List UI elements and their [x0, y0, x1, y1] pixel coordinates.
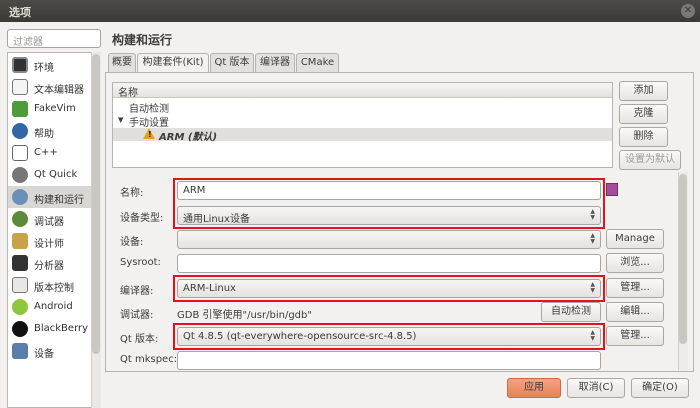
sidebar-item-label: 版本控制 — [34, 283, 74, 294]
tab-compilers[interactable]: 编译器 — [255, 53, 295, 72]
sidebar-item-label: 构建和运行 — [34, 195, 84, 206]
tab-cmake[interactable]: CMake — [296, 53, 339, 72]
apply-button[interactable]: 应用 — [507, 378, 561, 398]
tree-item-label: 自动检测 — [129, 104, 169, 115]
fakevim-icon — [12, 101, 28, 117]
cpp-braces-icon — [12, 145, 28, 161]
sidebar-item-label: 设计师 — [34, 239, 64, 250]
add-button[interactable]: 添加 — [619, 81, 668, 101]
edit-debugger-button[interactable]: 编辑... — [606, 302, 664, 322]
tree-item-arm-kit[interactable]: ! ARM (默认) — [113, 128, 612, 143]
tree-item-auto-detect[interactable]: 自动检测 — [113, 100, 612, 115]
sidebar-item-designer[interactable]: 设计师 — [8, 230, 92, 252]
tree-item-label: 手动设置 — [129, 118, 169, 129]
highlight-box-name-device-type — [173, 178, 605, 229]
sidebar-item-build-run[interactable]: 构建和运行 — [8, 186, 92, 208]
sidebar-item-label: FakeVim — [34, 103, 76, 114]
sysroot-field[interactable] — [177, 254, 601, 273]
build-run-icon — [12, 189, 28, 205]
expand-arrow-icon[interactable]: ▼ — [118, 116, 123, 124]
filter-placeholder: 过滤器 — [13, 37, 43, 48]
tab-overview[interactable]: 概要 — [108, 53, 136, 72]
sidebar-item-label: 文本编辑器 — [34, 85, 84, 96]
warning-mark: ! — [148, 130, 152, 139]
blackberry-icon — [12, 321, 28, 337]
debugger-auto-detect-button[interactable]: 自动检测 — [541, 302, 601, 322]
sidebar-scrollbar-thumb[interactable] — [92, 54, 100, 354]
delete-button[interactable]: 删除 — [619, 127, 668, 147]
manage-device-button[interactable]: Manage — [606, 229, 664, 249]
sidebar-item-environment[interactable]: 环境 — [8, 54, 92, 76]
ok-button[interactable]: 确定(O) — [631, 378, 689, 398]
tab-qt-versions[interactable]: Qt 版本 — [210, 53, 254, 72]
version-control-icon — [12, 277, 28, 293]
sidebar-item-text-editor[interactable]: 文本编辑器 — [8, 76, 92, 98]
sidebar-item-devices[interactable]: 设备 — [8, 340, 92, 362]
page-title: 构建和运行 — [112, 33, 173, 47]
tab-kits[interactable]: 构建套件(Kit) — [137, 53, 209, 73]
debugger-icon — [12, 211, 28, 227]
monitor-icon — [12, 57, 28, 73]
devices-icon — [12, 343, 28, 359]
cancel-button[interactable]: 取消(C) — [567, 378, 625, 398]
icon-chooser-icon[interactable] — [606, 183, 618, 196]
highlight-box-qt-version — [173, 323, 605, 350]
filter-input[interactable]: 过滤器 — [7, 29, 101, 48]
form-scrollbar-thumb[interactable] — [679, 174, 687, 344]
sidebar-item-fakevim[interactable]: FakeVim — [8, 98, 92, 120]
column-header-name: 名称 — [118, 88, 138, 99]
qt-version-label: Qt 版本: — [120, 334, 159, 345]
kits-tree[interactable]: 名称 自动检测 ▼ 手动设置 ! ARM (默认) — [112, 82, 613, 168]
sidebar-item-android[interactable]: Android — [8, 296, 92, 318]
sidebar-item-label: 环境 — [34, 63, 54, 74]
text-editor-icon — [12, 79, 28, 95]
manage-compiler-button[interactable]: 管理... — [606, 278, 664, 298]
sidebar-item-label: Android — [34, 301, 73, 312]
sidebar-item-label: 设备 — [34, 349, 54, 360]
highlight-box-compiler — [173, 275, 605, 302]
sidebar-item-version-control[interactable]: 版本控制 — [8, 274, 92, 296]
sidebar-item-debugger[interactable]: 调试器 — [8, 208, 92, 230]
sidebar-item-cpp[interactable]: C++ — [8, 142, 92, 164]
set-default-button[interactable]: 设置为默认 — [619, 150, 681, 170]
device-combobox[interactable]: ▲ ▼ — [177, 230, 601, 249]
qt-mkspec-field[interactable] — [177, 351, 601, 370]
sidebar-item-label: Qt Quick — [34, 169, 78, 180]
qt-mkspec-label: Qt mkspec: — [120, 354, 178, 365]
debugger-value: GDB 引擎使用"/usr/bin/gdb" — [177, 310, 312, 321]
name-label: 名称: — [120, 188, 144, 199]
browse-button[interactable]: 浏览... — [606, 253, 664, 273]
device-type-label: 设备类型: — [120, 213, 164, 224]
sidebar-item-label: 分析器 — [34, 261, 64, 272]
tree-header: 名称 — [113, 83, 612, 99]
designer-icon — [12, 233, 28, 249]
debugger-label: 调试器: — [120, 310, 154, 321]
sidebar-item-label: BlackBerry — [34, 323, 89, 334]
analyzer-icon — [12, 255, 28, 271]
window-title: 选项 — [9, 6, 31, 19]
sidebar-item-label: 帮助 — [34, 129, 54, 140]
sidebar-item-blackberry[interactable]: BlackBerry — [8, 318, 92, 340]
sidebar-item-qt-quick[interactable]: Qt Quick — [8, 164, 92, 186]
close-icon[interactable]: ✕ — [681, 4, 695, 18]
sysroot-label: Sysroot: — [120, 257, 161, 268]
manage-qt-version-button[interactable]: 管理... — [606, 326, 664, 346]
tree-item-label: ARM (默认) — [159, 132, 218, 143]
clone-button[interactable]: 克隆 — [619, 104, 668, 124]
compiler-label: 编译器: — [120, 286, 154, 297]
sidebar-item-analyzer[interactable]: 分析器 — [8, 252, 92, 274]
tree-item-manual[interactable]: ▼ 手动设置 — [113, 114, 612, 129]
sidebar-item-label: C++ — [34, 147, 58, 158]
sidebar-item-label: 调试器 — [34, 217, 64, 228]
title-bar: 选项 ✕ — [0, 0, 700, 22]
device-label: 设备: — [120, 237, 144, 248]
sidebar-item-help[interactable]: 帮助 — [8, 120, 92, 142]
combo-arrows-icon: ▲ ▼ — [590, 232, 595, 245]
help-icon — [12, 123, 28, 139]
sidebar: 环境 文本编辑器 FakeVim 帮助 C++ Qt Quick 构建和运行 调… — [7, 52, 101, 408]
qt-quick-icon — [12, 167, 28, 183]
android-icon — [12, 299, 28, 315]
